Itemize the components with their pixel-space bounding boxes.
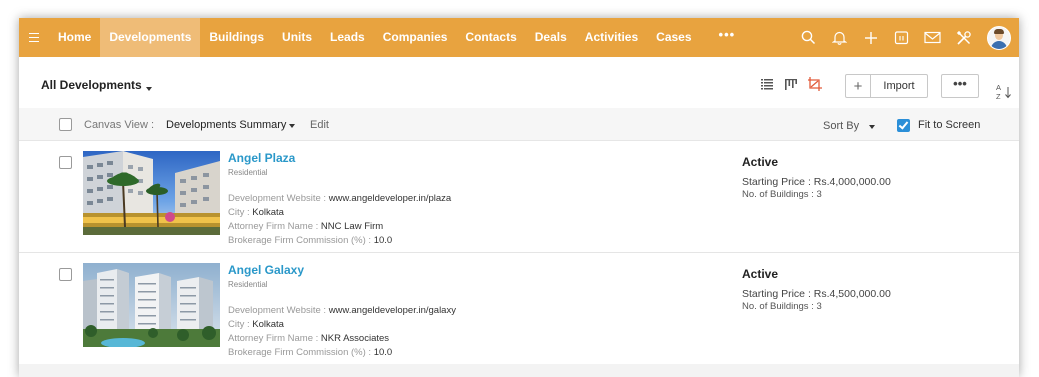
field-label: Development Website : (228, 305, 327, 316)
canvas-view-icon[interactable] (807, 76, 823, 92)
nav-activities[interactable]: Activities (576, 18, 647, 57)
nav-icon-group (793, 18, 1019, 57)
status-label: Active (742, 155, 779, 169)
import-button-group: + Import (845, 74, 928, 98)
building-count: No. of Buildings : 3 (742, 301, 822, 312)
canvas-view-selector[interactable]: Developments Summary (166, 119, 286, 131)
svg-text:Z: Z (996, 92, 1001, 100)
record-type: Residential (228, 280, 268, 289)
field-label: Attorney Firm Name : (228, 333, 319, 344)
field-value: Kolkata (252, 319, 284, 330)
view-toolbar: All Developments + Import ••• A Z (19, 57, 1019, 108)
starting-price: Starting Price : Rs.4,500,000.00 (742, 288, 891, 300)
fit-to-screen-label[interactable]: Fit to Screen (918, 119, 980, 131)
create-button[interactable]: + (846, 75, 871, 97)
record-name-link[interactable]: Angel Plaza (228, 151, 295, 165)
app-window: Home Developments Buildings Units Leads … (19, 18, 1019, 377)
select-all-checkbox[interactable] (59, 118, 72, 131)
nav-cases[interactable]: Cases (647, 18, 700, 57)
fit-to-screen-checkbox[interactable] (897, 119, 910, 132)
nav-companies[interactable]: Companies (374, 18, 457, 57)
list-footer (19, 364, 1019, 377)
canvas-filter-bar: Canvas View : Developments Summary Edit … (19, 108, 1019, 141)
row-checkbox[interactable] (59, 268, 72, 281)
city-field: City : Kolkata (228, 207, 284, 218)
nav-more-button[interactable]: ••• (701, 18, 754, 57)
chevron-down-icon[interactable] (289, 124, 295, 128)
canvas-view-label: Canvas View : (84, 119, 155, 131)
import-button[interactable]: Import (871, 75, 927, 97)
nav-leads[interactable]: Leads (321, 18, 374, 57)
nav-home[interactable]: Home (49, 18, 100, 57)
nav-contacts[interactable]: Contacts (456, 18, 525, 57)
field-value: 10.0 (373, 347, 393, 358)
record-name-link[interactable]: Angel Galaxy (228, 263, 304, 277)
list-view-icon[interactable] (759, 76, 775, 92)
sort-az-icon[interactable]: A Z (995, 82, 1013, 101)
sort-by-dropdown[interactable]: Sort By (823, 120, 859, 132)
view-mode-group (759, 76, 823, 92)
field-label: Brokerage Firm Commission (%) : (228, 347, 372, 358)
development-photo[interactable] (83, 263, 220, 347)
tools-icon[interactable] (948, 18, 979, 57)
view-selector[interactable]: All Developments (41, 78, 142, 92)
commission-field: Brokerage Firm Commission (%) : 10.0 (228, 235, 392, 246)
field-value[interactable]: www.angeldeveloper.in/plaza (329, 193, 452, 204)
field-value: 10.0 (373, 235, 393, 246)
chevron-down-icon[interactable] (146, 87, 152, 91)
field-value: NNC Law Firm (320, 221, 384, 232)
website-field: Development Website : www.angeldeveloper… (228, 193, 451, 204)
edit-canvas-link[interactable]: Edit (310, 119, 329, 131)
plus-icon[interactable] (855, 18, 886, 57)
menu-icon[interactable] (19, 18, 49, 57)
avatar[interactable] (979, 18, 1019, 57)
field-label: Development Website : (228, 193, 327, 204)
starting-price: Starting Price : Rs.4,000,000.00 (742, 176, 891, 188)
field-label: City : (228, 207, 250, 218)
more-actions-button[interactable]: ••• (941, 74, 979, 98)
building-count: No. of Buildings : 3 (742, 189, 822, 200)
field-label: Attorney Firm Name : (228, 221, 319, 232)
attorney-field: Attorney Firm Name : NNC Law Firm (228, 221, 383, 232)
nav-developments[interactable]: Developments (100, 18, 201, 57)
nav-units[interactable]: Units (273, 18, 321, 57)
chevron-down-icon[interactable] (869, 125, 875, 129)
field-value: NKR Associates (320, 333, 390, 344)
field-value[interactable]: www.angeldeveloper.in/galaxy (329, 305, 456, 316)
bell-icon[interactable] (824, 18, 855, 57)
development-photo[interactable] (83, 151, 220, 235)
status-label: Active (742, 267, 779, 281)
list-item[interactable]: Angel Plaza Residential Development Webs… (19, 141, 1019, 253)
nav-deals[interactable]: Deals (526, 18, 576, 57)
calendar-icon[interactable] (886, 18, 917, 57)
website-field: Development Website : www.angeldeveloper… (228, 305, 456, 316)
attorney-field: Attorney Firm Name : NKR Associates (228, 333, 389, 344)
mail-icon[interactable] (917, 18, 948, 57)
svg-text:A: A (996, 83, 1001, 92)
row-checkbox[interactable] (59, 156, 72, 169)
nav-buildings[interactable]: Buildings (200, 18, 273, 57)
field-value: Kolkata (252, 207, 284, 218)
city-field: City : Kolkata (228, 319, 284, 330)
kanban-view-icon[interactable] (783, 76, 799, 92)
field-label: Brokerage Firm Commission (%) : (228, 235, 372, 246)
list-item[interactable]: Angel Galaxy Residential Development Web… (19, 253, 1019, 365)
search-icon[interactable] (793, 18, 824, 57)
top-nav: Home Developments Buildings Units Leads … (19, 18, 1019, 57)
commission-field: Brokerage Firm Commission (%) : 10.0 (228, 347, 392, 358)
field-label: City : (228, 319, 250, 330)
record-type: Residential (228, 168, 268, 177)
